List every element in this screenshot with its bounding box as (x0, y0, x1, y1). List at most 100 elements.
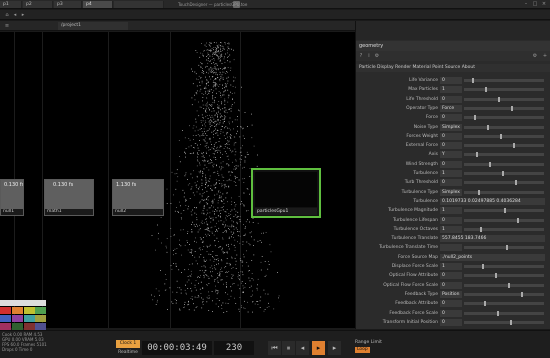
parameter-slider[interactable] (464, 301, 544, 307)
palette-swatch[interactable] (12, 307, 23, 314)
palette-swatch[interactable] (24, 323, 35, 330)
parameter-field[interactable] (440, 244, 462, 252)
rewind-button[interactable]: ⏮ (268, 341, 281, 355)
slider-knob[interactable] (504, 208, 506, 214)
parameter-slider[interactable] (464, 152, 544, 158)
parameter-field[interactable]: Force (440, 104, 462, 112)
palette-swatch[interactable] (12, 315, 23, 322)
slider-knob[interactable] (472, 78, 474, 83)
parameter-field[interactable]: 0 (440, 132, 462, 140)
parameter-field[interactable]: Simplex (440, 123, 462, 131)
parameter-field[interactable]: 0 (440, 95, 462, 103)
palette-swatch[interactable] (0, 307, 11, 314)
palette-swatch[interactable] (0, 300, 46, 306)
slider-knob[interactable] (497, 310, 499, 316)
back-icon[interactable]: ◂ (12, 12, 18, 18)
parameter-slider[interactable] (464, 78, 544, 83)
slider-knob[interactable] (508, 282, 510, 288)
parameter-field[interactable]: 0 (440, 272, 462, 280)
parameter-field[interactable]: 1 (440, 170, 462, 177)
node-math1[interactable]: 0.130 fs math1 (44, 179, 94, 216)
parameter-slider[interactable] (464, 310, 544, 316)
parameter-slider[interactable] (464, 273, 544, 279)
slider-knob[interactable] (510, 319, 512, 325)
parameter-field[interactable]: 0.1019733 0.02497885 0.4036284 (440, 197, 545, 205)
parameter-slider[interactable] (464, 264, 544, 269)
parameter-slider[interactable] (464, 105, 544, 111)
parameter-field[interactable]: 1 (440, 225, 462, 233)
palette-swatch[interactable] (12, 323, 23, 330)
parameter-slider[interactable] (464, 143, 544, 149)
slider-knob[interactable] (498, 96, 500, 102)
tab-1[interactable]: p1 (0, 1, 22, 8)
parameter-slider[interactable] (464, 245, 544, 251)
parameter-field[interactable]: Position (440, 290, 462, 298)
play-button[interactable]: ▸ (312, 341, 325, 355)
parameter-slider[interactable] (464, 133, 544, 139)
info-icon[interactable]: i (366, 53, 372, 59)
palette-swatch[interactable] (35, 307, 46, 314)
pane-menu-icon[interactable]: ≡ (4, 23, 10, 29)
step-back-button[interactable]: ◂ (296, 341, 309, 355)
frame-display[interactable]: 230 (214, 341, 254, 355)
palette-swatch[interactable] (35, 323, 46, 330)
parameter-slider[interactable] (464, 161, 544, 167)
help-icon[interactable]: ? (358, 53, 364, 59)
parameter-field[interactable]: 0 (440, 309, 462, 317)
parameter-slider[interactable] (464, 87, 544, 93)
maximize-icon[interactable]: □ (532, 1, 538, 7)
slider-knob[interactable] (500, 133, 502, 139)
slider-knob[interactable] (515, 180, 517, 186)
tab-5[interactable] (114, 1, 164, 8)
parameter-field[interactable]: 1 (440, 86, 462, 94)
parameter-slider[interactable] (464, 171, 544, 176)
palette-swatch[interactable] (0, 323, 11, 330)
parameter-field[interactable]: 0 (440, 318, 462, 326)
parameter-slider[interactable] (464, 291, 544, 297)
slider-knob[interactable] (482, 264, 484, 269)
timecode-display[interactable]: 00:00:03:49 (142, 341, 212, 355)
slider-knob[interactable] (495, 273, 497, 279)
forward-icon[interactable]: ▸ (20, 12, 26, 18)
parameter-field[interactable]: Simplex (440, 188, 462, 196)
slider-knob[interactable] (517, 217, 519, 223)
parameter-field[interactable]: 0 (440, 281, 462, 289)
parameter-field[interactable]: 1 (440, 207, 462, 215)
palette-swatch[interactable] (35, 315, 46, 322)
home-icon[interactable]: ⌂ (4, 12, 10, 18)
slider-knob[interactable] (502, 171, 504, 176)
slider-knob[interactable] (513, 143, 515, 149)
parameter-slider[interactable] (464, 124, 544, 130)
parameter-slider[interactable] (464, 115, 544, 121)
slider-knob[interactable] (480, 226, 482, 232)
parameter-slider[interactable] (464, 208, 544, 214)
parameter-field[interactable]: Y (440, 151, 462, 159)
tab-2[interactable]: p2 (23, 1, 53, 8)
parameter-slider[interactable] (464, 217, 544, 223)
slider-knob[interactable] (511, 105, 513, 111)
path-bar[interactable]: /project1 (58, 22, 128, 30)
parameter-field[interactable]: 0 (440, 142, 462, 150)
add-icon[interactable]: + (542, 53, 548, 59)
slider-knob[interactable] (506, 245, 508, 251)
slider-knob[interactable] (485, 87, 487, 93)
parameter-slider[interactable] (464, 319, 544, 325)
slider-knob[interactable] (487, 124, 489, 130)
parameter-field[interactable]: 0 (440, 77, 462, 84)
slider-knob[interactable] (521, 291, 523, 297)
parameter-field[interactable]: 0 (440, 300, 462, 308)
parameter-slider[interactable] (464, 226, 544, 232)
parameter-slider[interactable] (464, 96, 544, 102)
palette-swatch[interactable] (24, 315, 35, 322)
parameter-field[interactable]: 0 (440, 216, 462, 224)
tab-4[interactable]: p4 (83, 1, 113, 8)
parameter-field[interactable]: 0 (440, 179, 462, 187)
parameter-field[interactable]: 557.8455 183.7466 (440, 235, 545, 243)
node-null1[interactable]: 0.130 fs null1 (0, 179, 24, 216)
parameter-field[interactable]: 0 (440, 114, 462, 122)
settings-icon[interactable]: ⚙ (532, 53, 538, 59)
palette-swatch[interactable] (24, 307, 35, 314)
parameter-slider[interactable] (464, 180, 544, 186)
parameter-tabs[interactable]: Particle Display Render Material Point S… (356, 64, 550, 72)
palette-swatch[interactable] (0, 315, 11, 322)
